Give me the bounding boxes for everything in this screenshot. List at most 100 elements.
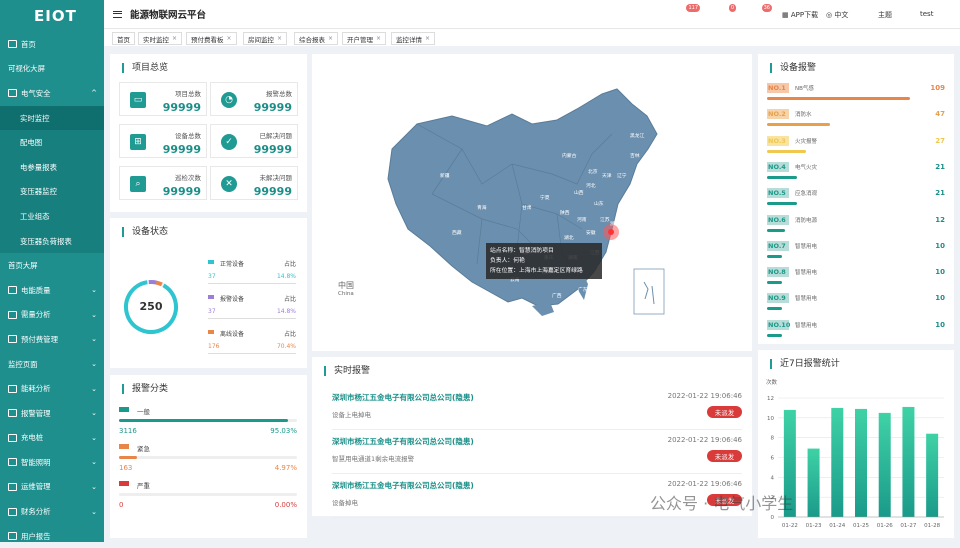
- sidebar-item-label: 监控页面: [8, 359, 38, 369]
- alert-dispatch-badge[interactable]: 未派发: [707, 450, 742, 462]
- sidebar-item-8[interactable]: 变压器负荷报表: [0, 228, 104, 254]
- sidebar-item-7[interactable]: 工业组态: [0, 204, 104, 229]
- close-icon[interactable]: ×: [277, 35, 282, 42]
- x-tick-label: 01-24: [829, 523, 845, 529]
- stat-card[interactable]: ✓ 已解决问题 99999: [210, 124, 298, 158]
- sidebar-item-9[interactable]: 首页大屏: [0, 253, 104, 278]
- device-status-title: 设备状态: [122, 227, 168, 237]
- rank-value: 21: [935, 189, 945, 198]
- tab-reports[interactable]: 综合报表 ×: [294, 32, 339, 45]
- rank-bar: [767, 228, 785, 232]
- alert-company[interactable]: 深圳市杨江五金电子有限公司总公司(隐患): [332, 480, 474, 491]
- sidebar-item-5[interactable]: 电参量报表: [0, 154, 104, 180]
- sidebar-item-2[interactable]: 电气安全 ^: [0, 81, 104, 106]
- chevron-icon: ⌄: [91, 360, 97, 369]
- close-icon[interactable]: ×: [172, 35, 177, 42]
- sidebar-item-label: 电能质量: [21, 285, 51, 295]
- language-select[interactable]: ◎ 中文: [826, 10, 848, 20]
- alert-company[interactable]: 深圳市杨江五金电子有限公司总公司(隐患): [332, 392, 474, 403]
- alert-company[interactable]: 深圳市杨江五金电子有限公司总公司(隐患): [332, 436, 474, 447]
- sidebar-item-4[interactable]: 配电图: [0, 130, 104, 155]
- menu-toggle-icon[interactable]: [113, 10, 122, 18]
- tab-account[interactable]: 开户管理 ×: [342, 32, 387, 45]
- close-icon[interactable]: ×: [227, 35, 232, 42]
- sidebar-item-6[interactable]: 变压器监控: [0, 179, 104, 205]
- tab-bar: 首页 实时监控 × 预付费看板 × 房间监控 × 综合报表 × 开户管理 × 监控详情 ×: [104, 28, 960, 46]
- user-menu[interactable]: test: [920, 10, 933, 18]
- sidebar-item-15[interactable]: 报警管理 ⌄: [0, 401, 104, 426]
- province-label: 宁夏: [540, 196, 550, 201]
- legend-count: 37: [208, 273, 216, 280]
- rank-bar: [767, 123, 830, 127]
- sidebar-item-16[interactable]: 充电桩 ⌄: [0, 426, 104, 451]
- stat-value: 99999: [253, 101, 292, 114]
- sidebar-item-0[interactable]: 首页: [0, 32, 104, 57]
- alert-item[interactable]: 深圳市杨江五金电子有限公司总公司(隐患) 2022-01-22 19:06:46 设…: [332, 392, 742, 430]
- theme-select[interactable]: 主题: [878, 10, 892, 20]
- sidebar-item-14[interactable]: 能耗分析 ⌄: [0, 376, 104, 401]
- sidebar-item-18[interactable]: 运维管理 ⌄: [0, 475, 104, 500]
- sidebar-item-19[interactable]: 财务分析 ⌄: [0, 499, 104, 524]
- sidebar-item-3[interactable]: 实时监控: [0, 105, 104, 131]
- alert-item[interactable]: 深圳市杨江五金电子有限公司总公司(隐患) 2022-01-22 19:06:46 智…: [332, 436, 742, 474]
- province-label: 北京: [588, 170, 598, 175]
- tab-realtime-monitor[interactable]: 实时监控 ×: [138, 32, 183, 45]
- sidebar-item-label: 电气安全: [21, 88, 51, 98]
- stat-card[interactable]: ⊞ 设备总数 99999: [119, 124, 207, 158]
- alert-time: 2022-01-22 19:06:46: [667, 392, 742, 400]
- rank-bar: [767, 333, 782, 337]
- sidebar-item-12[interactable]: 预付费管理 ⌄: [0, 327, 104, 352]
- rank-bar: [767, 281, 782, 285]
- tool-icon: [8, 482, 17, 491]
- sidebar-item-1[interactable]: 可视化大屏: [0, 57, 104, 82]
- rank-value: 10: [935, 241, 945, 250]
- class-dot: [119, 407, 129, 412]
- y-tick-label: 0: [771, 515, 775, 521]
- alarm-severe-button[interactable]: 严重 36: [742, 4, 772, 21]
- sidebar-item-20[interactable]: 用户报告: [0, 524, 104, 548]
- x-tick-label: 01-27: [900, 523, 916, 529]
- stat-card[interactable]: ✕ 未解决问题 99999: [210, 166, 298, 200]
- legend-ratio-label: 占比: [283, 261, 296, 268]
- sidebar-item-17[interactable]: 智能照明 ⌄: [0, 450, 104, 475]
- alarm-general-button[interactable]: 一般 117: [670, 4, 700, 21]
- app-download-link[interactable]: ▦ APP下载: [782, 10, 818, 20]
- tooltip-person: 负责人：何艳: [490, 258, 525, 264]
- y-tick-label: 6: [771, 456, 775, 462]
- class-pct: 95.03%: [270, 427, 297, 435]
- close-icon[interactable]: ×: [328, 35, 333, 42]
- chevron-icon: ⌄: [91, 335, 97, 344]
- bar-01-28: [926, 433, 939, 517]
- ranking-item: NO.7 智慧用电 10: [767, 240, 945, 267]
- china-map[interactable]: [312, 54, 752, 351]
- close-icon[interactable]: ×: [425, 35, 430, 42]
- sidebar-item-13[interactable]: 监控页面 ⌄: [0, 352, 104, 377]
- rank-bar: [767, 97, 910, 100]
- stat-card[interactable]: ⌕ 巡检次数 99999: [119, 166, 207, 200]
- alarm-urgent-button[interactable]: 紧急 0: [706, 4, 736, 21]
- close-icon[interactable]: ×: [376, 35, 381, 42]
- x-tick-label: 01-26: [877, 523, 893, 529]
- province-label: 辽宁: [617, 174, 627, 179]
- sidebar-item-10[interactable]: 电能质量 ⌄: [0, 278, 104, 303]
- check-icon: ✓: [221, 134, 237, 150]
- tab-home[interactable]: 首页: [112, 32, 135, 45]
- ranking-item: NO.5 应急消观 21: [767, 188, 945, 214]
- rank-value: 27: [935, 136, 945, 145]
- rank-number: NO.7: [767, 240, 789, 251]
- class-dot: [119, 481, 129, 486]
- rank-value: 109: [930, 84, 945, 92]
- x-tick-label: 01-23: [806, 523, 822, 529]
- stat-card[interactable]: ▭ 项目总数 99999: [119, 82, 207, 116]
- tab-room-monitor[interactable]: 房间监控 ×: [243, 32, 288, 45]
- sidebar-item-11[interactable]: 需量分析 ⌄: [0, 303, 104, 328]
- grid-icon: ▦: [782, 11, 791, 19]
- stat-value: 99999: [162, 143, 201, 156]
- sidebar-item-label: 工业组态: [20, 211, 50, 221]
- tab-monitor-detail[interactable]: 监控详情 ×: [391, 32, 436, 45]
- alert-dispatch-badge[interactable]: 未派发: [707, 406, 742, 418]
- stat-card[interactable]: ◔ 报警总数 99999: [210, 82, 298, 116]
- legend-count: 37: [208, 308, 216, 315]
- tab-prepaid-board[interactable]: 预付费看板 ×: [186, 32, 237, 45]
- province-label: 吉林: [630, 154, 640, 159]
